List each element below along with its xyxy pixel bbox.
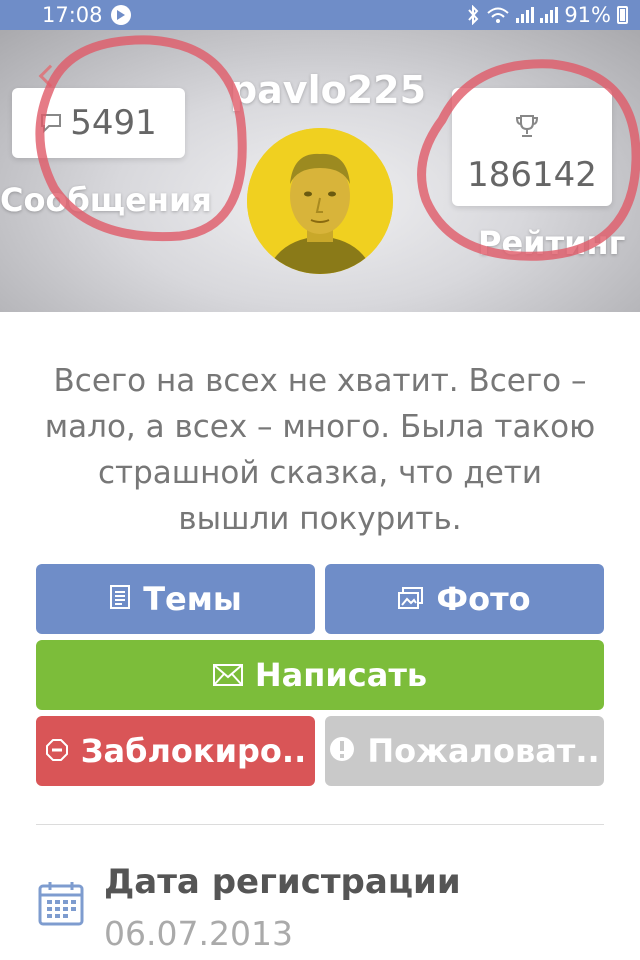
- signal-icon: [516, 7, 535, 23]
- status-bar: 17:08 91%: [0, 0, 640, 30]
- rating-label: Рейтинг: [478, 224, 626, 262]
- status-icons: 91%: [466, 3, 628, 27]
- battery-icon: [617, 6, 628, 24]
- block-label: Заблокиро..: [80, 732, 307, 770]
- signal-icon: [540, 7, 559, 23]
- registration-section: Дата регистрации 06.07.2013: [36, 858, 604, 958]
- avatar[interactable]: [247, 128, 393, 274]
- message-icon: [40, 103, 62, 143]
- photo-icon: [398, 580, 424, 618]
- photo-label: Фото: [436, 580, 531, 618]
- photo-button[interactable]: Фото: [325, 564, 604, 634]
- rating-card[interactable]: 186142: [452, 88, 612, 206]
- calendar-icon: [38, 880, 84, 930]
- profile-status-text: Всего на всех не хватит. Всего – мало, а…: [44, 363, 596, 537]
- messages-count: 5491: [70, 103, 157, 143]
- block-button[interactable]: Заблокиро..: [36, 716, 315, 786]
- envelope-icon: [212, 656, 243, 694]
- registration-date: 06.07.2013: [104, 914, 293, 953]
- rating-value: 186142: [467, 155, 597, 195]
- battery-percent: 91%: [564, 3, 611, 27]
- divider: [36, 824, 604, 825]
- exclamation-icon: [329, 732, 355, 770]
- messages-label: Сообщения: [0, 181, 212, 219]
- topics-button[interactable]: Темы: [36, 564, 315, 634]
- report-label: Пожаловат..: [367, 732, 600, 770]
- status-time: 17:08: [42, 3, 103, 27]
- profile-header: pavlo225 5491 Сообщения 186142 Рейтинг: [0, 30, 640, 312]
- block-icon: [45, 732, 69, 770]
- write-label: Написать: [254, 656, 428, 694]
- messages-card[interactable]: 5491: [12, 88, 185, 158]
- topics-label: Темы: [143, 580, 242, 618]
- notification-icon: [110, 5, 131, 25]
- bluetooth-icon: [466, 5, 480, 25]
- document-icon: [109, 580, 131, 618]
- wifi-icon: [486, 6, 510, 24]
- write-message-button[interactable]: Написать: [36, 640, 604, 710]
- registration-label: Дата регистрации: [104, 862, 461, 902]
- trophy-icon: [515, 106, 539, 152]
- report-button[interactable]: Пожаловат..: [325, 716, 604, 786]
